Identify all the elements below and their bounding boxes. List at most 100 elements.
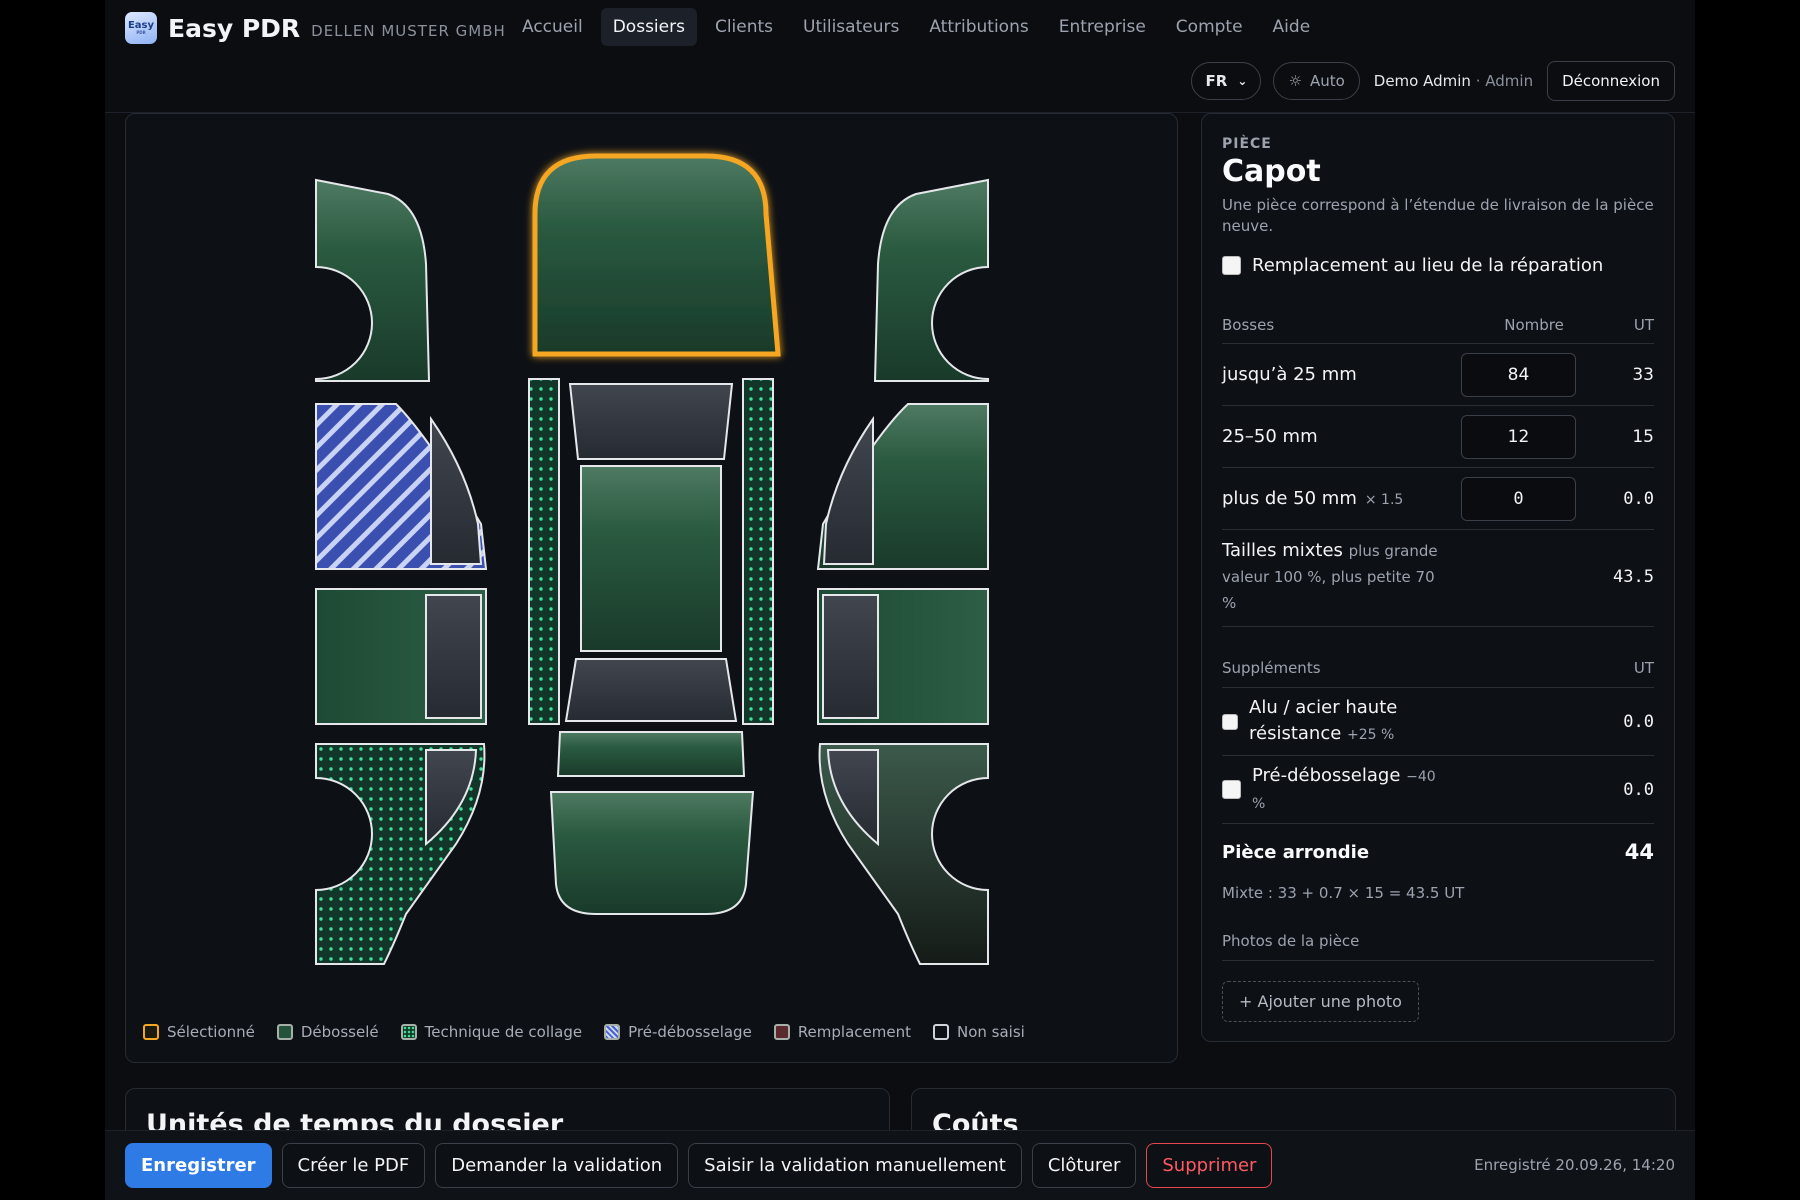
dent-row-large: plus de 50 mm × 1.5 0 0.0 [1222,468,1654,530]
calculation-formula: Mixte : 33 + 0.7 × 15 = 43.5 UT [1222,884,1465,902]
saved-status: Enregistré 20.09.26, 14:20 [1474,1156,1675,1174]
alu-checkbox[interactable] [1222,713,1238,730]
part-front-window-left[interactable] [430,415,483,565]
save-button[interactable]: Enregistrer [125,1143,272,1188]
legend-label: Non saisi [957,1023,1025,1041]
part-front-fender-left[interactable] [315,178,431,382]
replace-instead-of-repair[interactable]: Remplacement au lieu de la réparation [1222,255,1654,276]
legend-label: Pré-débosselage [628,1023,752,1041]
manual-validation-button[interactable]: Saisir la validation manuellement [688,1143,1022,1188]
legend-swatch-pre-dent [604,1024,621,1040]
company-name: DELLEN MUSTER GMBH [311,21,506,40]
part-roof-rail-left[interactable] [528,378,560,725]
dent-multiplier: × 1.5 [1364,492,1404,508]
dent-count-input[interactable]: 0 [1461,476,1576,521]
replace-checkbox[interactable] [1222,256,1241,275]
nav-accueil[interactable]: Accueil [510,8,595,46]
dent-count-input[interactable]: 12 [1461,414,1576,459]
nav-entreprise[interactable]: Entreprise [1047,8,1158,46]
part-front-fender-right[interactable] [873,178,989,382]
rounded-piece-total: Pièce arrondie 44 [1222,824,1654,880]
mixed-sizes-row: Tailles mixtes plus grande valeur 100 %,… [1222,530,1654,627]
logout-button[interactable]: Déconnexion [1547,61,1675,101]
col-supplements: Suppléments [1222,659,1321,677]
user-role: Admin [1485,72,1534,90]
language-select[interactable]: FR ⌄ [1191,62,1262,100]
app-window: Easy PDR Easy PDR DELLEN MUSTER GMBH Acc… [105,0,1695,1200]
piece-photos-label: Photos de la pièce [1222,932,1654,961]
nav-attributions[interactable]: Attributions [917,8,1040,46]
nav-compte[interactable]: Compte [1164,8,1255,46]
delete-button[interactable]: Supprimer [1146,1143,1273,1188]
pre-debosselage-checkbox[interactable] [1222,780,1241,799]
theme-toggle[interactable]: ☼ Auto [1273,62,1360,100]
legend-collage: Technique de collage [400,1023,582,1041]
part-windshield[interactable] [568,383,734,460]
col-bosses: Bosses [1222,316,1275,334]
total-label: Pièce arrondie [1222,841,1370,863]
part-tailgate[interactable] [549,791,755,915]
legend-swatch-none [933,1024,949,1040]
nav-aide[interactable]: Aide [1261,8,1323,46]
legend-swatch-glue [400,1024,417,1040]
supplement-title: Pré-débosselage [1252,764,1401,786]
part-front-window-right[interactable] [822,415,874,565]
legend-debosse: Débosselé [276,1023,379,1041]
legend-label: Remplacement [797,1023,911,1041]
nav-clients[interactable]: Clients [703,8,785,46]
part-roof[interactable] [580,465,722,652]
dent-ut-value: 33 [1632,364,1654,385]
dents-table-header: Bosses Nombre UT [1222,316,1654,344]
col-nombre: Nombre [1504,316,1564,334]
piece-description: Une pièce correspond à l’étendue de livr… [1222,196,1654,235]
close-dossier-button[interactable]: Clôturer [1031,1143,1137,1188]
part-trunk-lid[interactable] [556,731,746,777]
piece-eyebrow: PIÈCE [1222,136,1272,152]
user-separator: · [1475,72,1481,90]
sun-icon: ☼ [1288,72,1302,90]
brand[interactable]: Easy PDR Easy PDR DELLEN MUSTER GMBH [125,12,506,44]
supplement-ut: 0.0 [1623,711,1654,732]
nav-utilisateurs[interactable]: Utilisateurs [791,8,911,46]
dent-row-small: jusqu’à 25 mm 84 33 [1222,344,1654,406]
part-rear-window-left[interactable] [425,594,482,719]
action-bar: Enregistrer Créer le PDF Demander la val… [105,1130,1695,1200]
user-name: Demo Admin [1373,72,1471,90]
create-pdf-button[interactable]: Créer le PDF [281,1143,426,1188]
add-photo-button[interactable]: + Ajouter une photo [1222,981,1419,1022]
mixed-sizes-ut: 43.5 [1613,567,1654,587]
col-ut: UT [1633,316,1654,334]
piece-details-panel: PIÈCE Capot Une pièce correspond à l’éte… [1201,113,1675,1042]
language-value: FR [1205,72,1228,90]
action-buttons: Enregistrer Créer le PDF Demander la val… [125,1143,1282,1188]
dent-size-label: 25–50 mm [1222,426,1318,447]
part-hood[interactable] [532,153,781,357]
legend-remplacement: Remplacement [773,1023,911,1041]
dent-size-label-wrap: plus de 50 mm × 1.5 [1222,488,1403,509]
main-nav: Accueil Dossiers Clients Utilisateurs At… [510,8,1328,46]
part-rear-window-right[interactable] [822,594,879,719]
legend-label: Sélectionné [167,1023,255,1041]
replace-label: Remplacement au lieu de la réparation [1252,255,1604,276]
part-rear-window[interactable] [564,658,738,722]
supplements-header: Suppléments UT [1222,659,1654,688]
dent-row-medium: 25–50 mm 12 15 [1222,406,1654,468]
logo-subtext: PDR [136,30,146,35]
mixed-sizes-title: Tailles mixtes [1222,540,1343,561]
supplement-label: Pré-débosselage −40 % [1252,763,1452,817]
dent-count-input[interactable]: 84 [1461,352,1576,397]
easy-pdr-logo-icon: Easy PDR [125,12,157,44]
request-validation-button[interactable]: Demander la validation [435,1143,679,1188]
part-roof-rail-right[interactable] [742,378,774,725]
nav-dossiers[interactable]: Dossiers [600,8,697,46]
car-diagram [315,153,989,965]
diagram-legend: Sélectionné Débosselé Technique de colla… [143,1023,1047,1041]
top-header: Easy PDR Easy PDR DELLEN MUSTER GMBH Acc… [105,0,1695,113]
theme-label: Auto [1309,72,1345,90]
supplement-ut: 0.0 [1623,779,1654,800]
legend-non-saisi: Non saisi [933,1023,1025,1041]
legend-swatch-dented [276,1024,293,1040]
col-ut: UT [1633,659,1654,677]
header-right: FR ⌄ ☼ Auto Demo Admin · Admin Déconnexi… [1191,61,1675,101]
legend-selectionne: Sélectionné [143,1023,255,1041]
